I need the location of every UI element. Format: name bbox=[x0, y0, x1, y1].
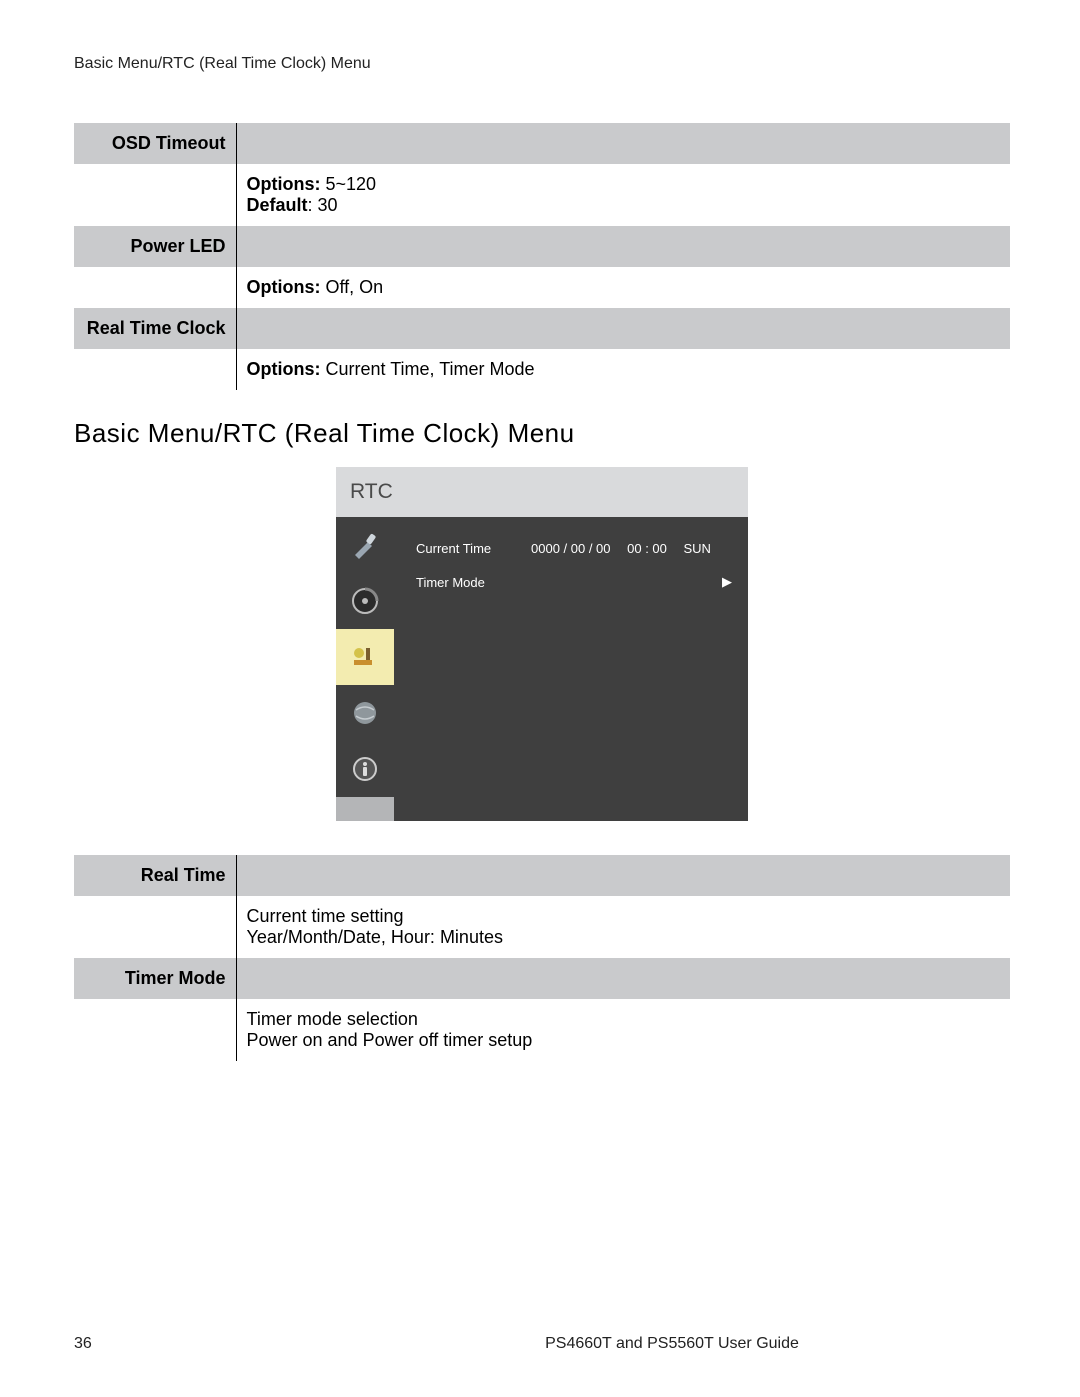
cd-icon[interactable] bbox=[336, 573, 394, 629]
osd-panel: RTC Current Time0000 / 00 / 00 00 : 00 S… bbox=[336, 467, 748, 821]
row-label bbox=[74, 999, 236, 1061]
row-content: Options: Off, On bbox=[236, 267, 1010, 308]
row-label bbox=[74, 164, 236, 226]
table-row: Options: Current Time, Timer Mode bbox=[74, 349, 1010, 390]
row-label: Power LED bbox=[74, 226, 236, 267]
row-content bbox=[236, 308, 1010, 349]
osd-item-label: Current Time bbox=[416, 541, 531, 556]
settings-table-2: Real Time Current time settingYear/Month… bbox=[74, 855, 1010, 1061]
table-row: Timer mode selectionPower on and Power o… bbox=[74, 999, 1010, 1061]
row-content: Options: Current Time, Timer Mode bbox=[236, 349, 1010, 390]
osd-icon-rail bbox=[336, 517, 394, 821]
row-content bbox=[236, 123, 1010, 164]
section-title: Basic Menu/RTC (Real Time Clock) Menu bbox=[74, 418, 1010, 449]
row-label: Timer Mode bbox=[74, 958, 236, 999]
row-label bbox=[74, 267, 236, 308]
row-content: Timer mode selectionPower on and Power o… bbox=[236, 999, 1010, 1061]
row-content bbox=[236, 855, 1010, 896]
osd-content: Current Time0000 / 00 / 00 00 : 00 SUNTi… bbox=[394, 517, 748, 821]
osd-title: RTC bbox=[336, 467, 748, 517]
table-row: Current time settingYear/Month/Date, Hou… bbox=[74, 896, 1010, 958]
row-content: Options: 5~120Default: 30 bbox=[236, 164, 1010, 226]
footer-doc-title: PS4660T and PS5560T User Guide bbox=[334, 1335, 1010, 1353]
row-content bbox=[236, 226, 1010, 267]
globe-icon[interactable] bbox=[336, 685, 394, 741]
row-content: Current time settingYear/Month/Date, Hou… bbox=[236, 896, 1010, 958]
row-label bbox=[74, 896, 236, 958]
row-label: Real Time bbox=[74, 855, 236, 896]
chevron-right-icon: ▶ bbox=[714, 574, 732, 590]
row-label: Real Time Clock bbox=[74, 308, 236, 349]
osd-menu-item[interactable]: Current Time0000 / 00 / 00 00 : 00 SUN bbox=[416, 531, 732, 565]
settings-table-1: OSD Timeout Options: 5~120Default: 30Pow… bbox=[74, 123, 1010, 390]
osd-menu-item[interactable]: Timer Mode ▶ bbox=[416, 565, 732, 599]
osd-item-label: Timer Mode bbox=[416, 575, 531, 590]
osd-item-value: 0000 / 00 / 00 00 : 00 SUN bbox=[531, 541, 714, 556]
table-row: Options: 5~120Default: 30 bbox=[74, 164, 1010, 226]
table-row: Timer Mode bbox=[74, 958, 1010, 999]
table-row: Real Time Clock bbox=[74, 308, 1010, 349]
brush-icon[interactable] bbox=[336, 517, 394, 573]
table-row: Power LED bbox=[74, 226, 1010, 267]
table-row: OSD Timeout bbox=[74, 123, 1010, 164]
page-number: 36 bbox=[74, 1335, 334, 1353]
row-label: OSD Timeout bbox=[74, 123, 236, 164]
table-row: Options: Off, On bbox=[74, 267, 1010, 308]
table-row: Real Time bbox=[74, 855, 1010, 896]
running-header: Basic Menu/RTC (Real Time Clock) Menu bbox=[74, 55, 1010, 73]
tools-icon[interactable] bbox=[336, 629, 394, 685]
page-footer: 36 PS4660T and PS5560T User Guide bbox=[74, 1335, 1010, 1353]
row-label bbox=[74, 349, 236, 390]
info-icon[interactable] bbox=[336, 741, 394, 797]
row-content bbox=[236, 958, 1010, 999]
